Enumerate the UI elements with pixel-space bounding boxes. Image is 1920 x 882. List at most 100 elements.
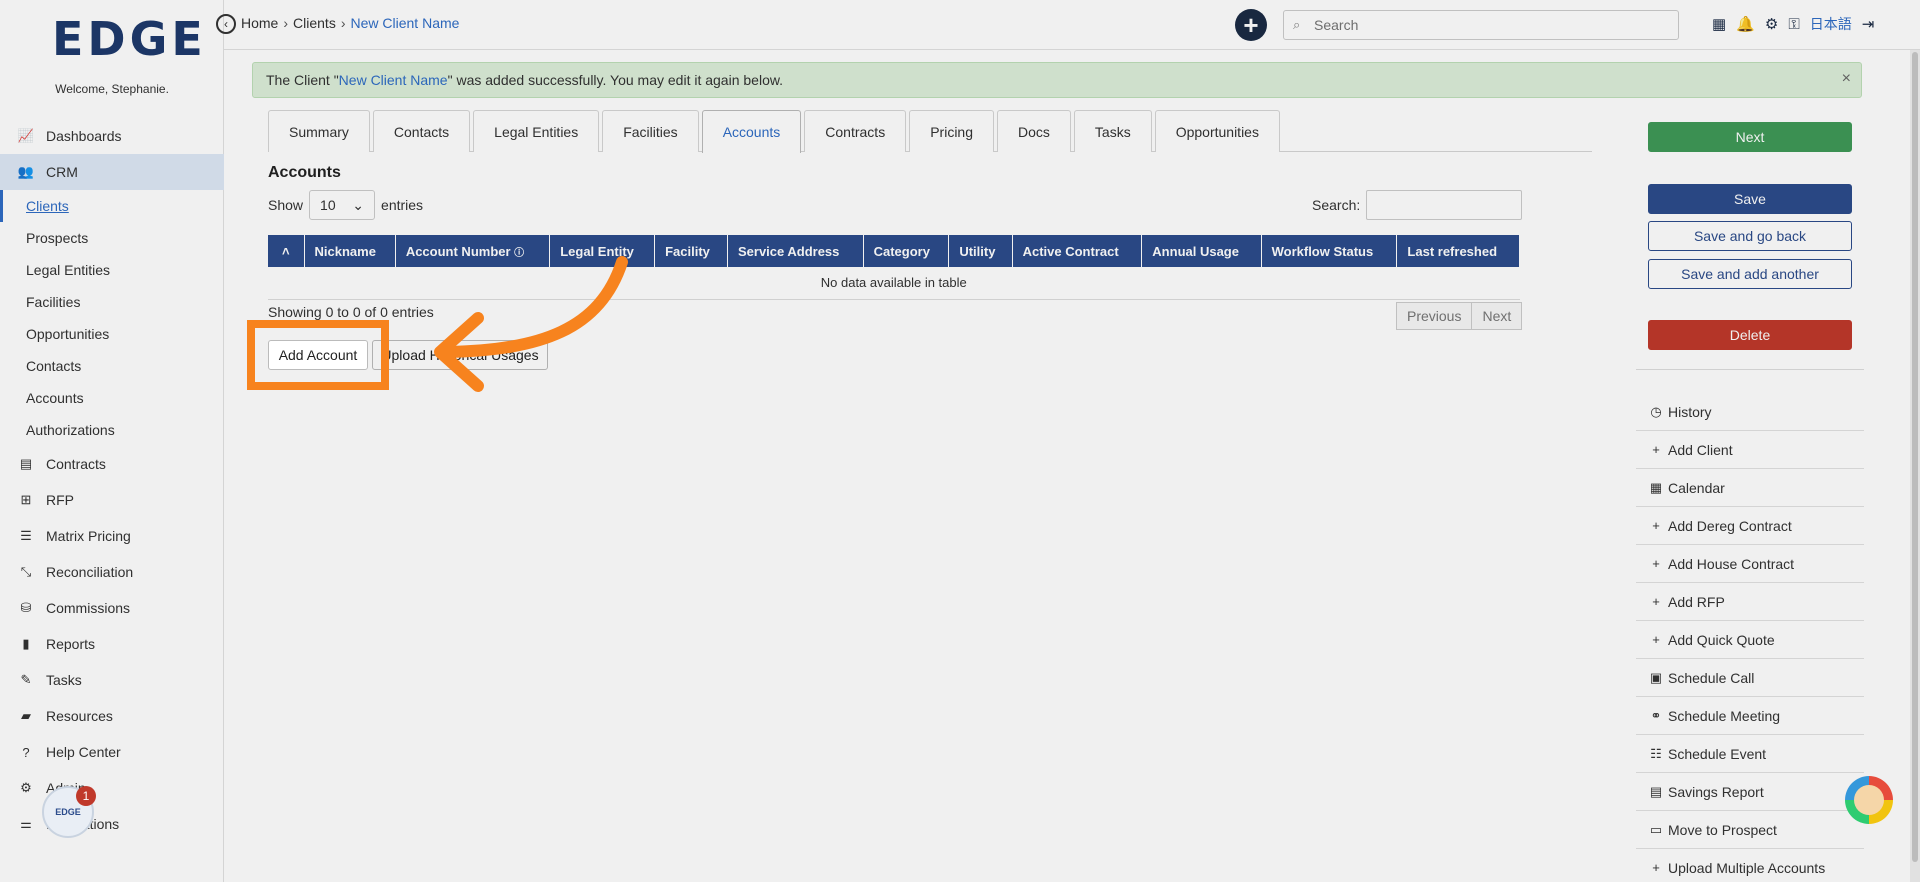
tab-tasks[interactable]: Tasks (1073, 110, 1152, 152)
key-icon[interactable]: ⚿ (1788, 16, 1799, 33)
action-label: Add Quick Quote (1668, 631, 1775, 648)
entries-select[interactable]: 10 ⌄ (309, 190, 376, 220)
alert-client-link[interactable]: New Client Name (339, 72, 448, 88)
sidebar-item-dashboards[interactable]: 📈 Dashboards (0, 118, 224, 154)
sitemap-icon: ⊞ (20, 492, 32, 507)
show-label: Show (268, 197, 304, 213)
sliders-icon: ⚌ (20, 816, 32, 831)
notification-count-badge: 1 (76, 786, 96, 806)
action-move-to-prospect[interactable]: ▭ Move to Prospect (1636, 811, 1864, 849)
sidebar-item-contracts[interactable]: ▤ Contracts (0, 446, 224, 482)
column-header[interactable]: Legal Entity (549, 235, 656, 267)
tab-legal-entities[interactable]: Legal Entities (473, 110, 600, 152)
sidebar-subitem-contacts[interactable]: Contacts (0, 350, 224, 382)
page-scrollbar[interactable] (1910, 50, 1920, 882)
action-schedule-call[interactable]: ▣ Schedule Call (1636, 659, 1864, 697)
sidebar-item-tasks[interactable]: ✎ Tasks (0, 662, 224, 698)
calendar-check-icon: ▣ (1649, 669, 1663, 685)
sidebar-item-admin[interactable]: ⚙ Admin (0, 770, 224, 806)
sidebar-item-help-center[interactable]: ? Help Center (0, 734, 224, 770)
sidebar-subitem-accounts[interactable]: Accounts (0, 382, 224, 414)
sidebar-subitem-authorizations[interactable]: Authorizations (0, 414, 224, 446)
chat-assistant-face-icon (1854, 785, 1884, 815)
action-calendar[interactable]: ▦ Calendar (1636, 469, 1864, 507)
users-icon: 👥 (17, 164, 35, 179)
action-add-client[interactable]: + Add Client (1636, 431, 1864, 469)
calendar-icon[interactable]: ▦ (1712, 15, 1726, 33)
action-add-rfp[interactable]: + Add RFP (1636, 583, 1864, 621)
save-button[interactable]: Save (1648, 184, 1852, 214)
sidebar-item-integrations[interactable]: ⚌ Integrations (0, 806, 224, 842)
action-add-house-contract[interactable]: + Add House Contract (1636, 545, 1864, 583)
chat-assistant-avatar[interactable] (1845, 776, 1893, 824)
column-header[interactable]: Account Number ⓘ (395, 235, 551, 267)
global-search[interactable]: ⌕ (1283, 10, 1679, 40)
table-search-input[interactable] (1366, 190, 1523, 220)
sidebar-item-crm[interactable]: 👥 CRM (0, 154, 224, 190)
column-header[interactable]: Nickname (304, 235, 396, 267)
sidebar-subitem-clients[interactable]: Clients (0, 190, 224, 222)
sidebar-item-resources[interactable]: ▰ Resources (0, 698, 224, 734)
close-icon[interactable]: × (1842, 70, 1851, 88)
logout-icon[interactable]: ⇥ (1862, 15, 1875, 33)
bell-icon[interactable]: 🔔 (1736, 15, 1755, 33)
column-header[interactable]: Utility (948, 235, 1013, 267)
action-label: Add Client (1668, 441, 1733, 458)
sidebar-subitem-facilities[interactable]: Facilities (0, 286, 224, 318)
tab-contracts[interactable]: Contracts (804, 110, 907, 152)
sidebar-item-reports[interactable]: ▮ Reports (0, 626, 224, 662)
sidebar-item-reconciliation[interactable]: ⤡ Reconciliation (0, 554, 224, 590)
delete-button[interactable]: Delete (1648, 320, 1852, 350)
breadcrumb-home[interactable]: Home (241, 15, 278, 31)
column-header[interactable]: Last refreshed (1396, 235, 1520, 267)
action-history[interactable]: ◷ History (1636, 393, 1864, 431)
quick-add-plus-icon[interactable]: + (1235, 9, 1267, 41)
breadcrumb-clients[interactable]: Clients (293, 15, 336, 31)
save-and-add-another-button[interactable]: Save and add another (1648, 259, 1852, 289)
action-schedule-meeting[interactable]: ⚭ Schedule Meeting (1636, 697, 1864, 735)
sidebar-item-matrix-pricing[interactable]: ☰ Matrix Pricing (0, 518, 224, 554)
back-circle-icon[interactable]: ‹ (216, 14, 236, 34)
action-label: Schedule Meeting (1668, 707, 1781, 724)
sidebar-subitem-opportunities[interactable]: Opportunities (0, 318, 224, 350)
scrollbar-thumb[interactable] (1912, 52, 1918, 862)
action-savings-report[interactable]: ▤ Savings Report (1636, 773, 1864, 811)
tab-pricing[interactable]: Pricing (909, 110, 994, 152)
alert-prefix: The Client " (266, 72, 339, 88)
previous-page-button[interactable]: Previous (1396, 302, 1473, 330)
upload-historical-usages-button[interactable]: Upload Historical Usages (372, 340, 548, 370)
next-page-button[interactable]: Next (1472, 302, 1523, 330)
save-and-go-back-button[interactable]: Save and go back (1648, 221, 1852, 251)
action-add-quick-quote[interactable]: + Add Quick Quote (1636, 621, 1864, 659)
tab-facilities[interactable]: Facilities (602, 110, 699, 152)
tab-opportunities[interactable]: Opportunities (1154, 110, 1280, 152)
sidebar-subitem-prospects[interactable]: Prospects (0, 222, 224, 254)
sidebar-subitem-legal-entities[interactable]: Legal Entities (0, 254, 224, 286)
action-schedule-event[interactable]: ☷ Schedule Event (1636, 735, 1864, 773)
client-tabs: Summary Contacts Legal Entities Faciliti… (268, 110, 1592, 153)
column-header[interactable]: Facility (654, 235, 728, 267)
edge-logo[interactable]: EDGE (52, 12, 207, 66)
column-header[interactable]: Service Address (727, 235, 864, 267)
plus-icon: + (1652, 556, 1660, 571)
sidebar-item-commissions[interactable]: ⛁ Commissions (0, 590, 224, 626)
action-add-dereg-contract[interactable]: + Add Dereg Contract (1636, 507, 1864, 545)
tab-contacts[interactable]: Contacts (372, 110, 471, 152)
column-header[interactable]: Workflow Status (1261, 235, 1398, 267)
tab-summary[interactable]: Summary (268, 110, 370, 152)
sidebar-item-rfp[interactable]: ⊞ RFP (0, 482, 224, 518)
global-search-input[interactable] (1314, 15, 1664, 35)
gear-icon[interactable]: ⚙ (1765, 15, 1778, 33)
search-icon: ⌕ (1293, 17, 1301, 32)
question-icon: ? (22, 744, 30, 760)
column-header[interactable]: Annual Usage (1141, 235, 1262, 267)
tab-docs[interactable]: Docs (997, 110, 1071, 152)
sort-column-header[interactable]: ˄ (268, 235, 305, 267)
next-button[interactable]: Next (1648, 122, 1852, 152)
language-switch[interactable]: 日本語 (1810, 14, 1852, 34)
action-upload-multiple-accounts[interactable]: + Upload Multiple Accounts (1636, 849, 1864, 882)
column-header[interactable]: Active Contract (1012, 235, 1143, 267)
tab-accounts[interactable]: Accounts (701, 110, 802, 153)
add-account-button[interactable]: Add Account (268, 340, 368, 370)
column-header[interactable]: Category (863, 235, 950, 267)
